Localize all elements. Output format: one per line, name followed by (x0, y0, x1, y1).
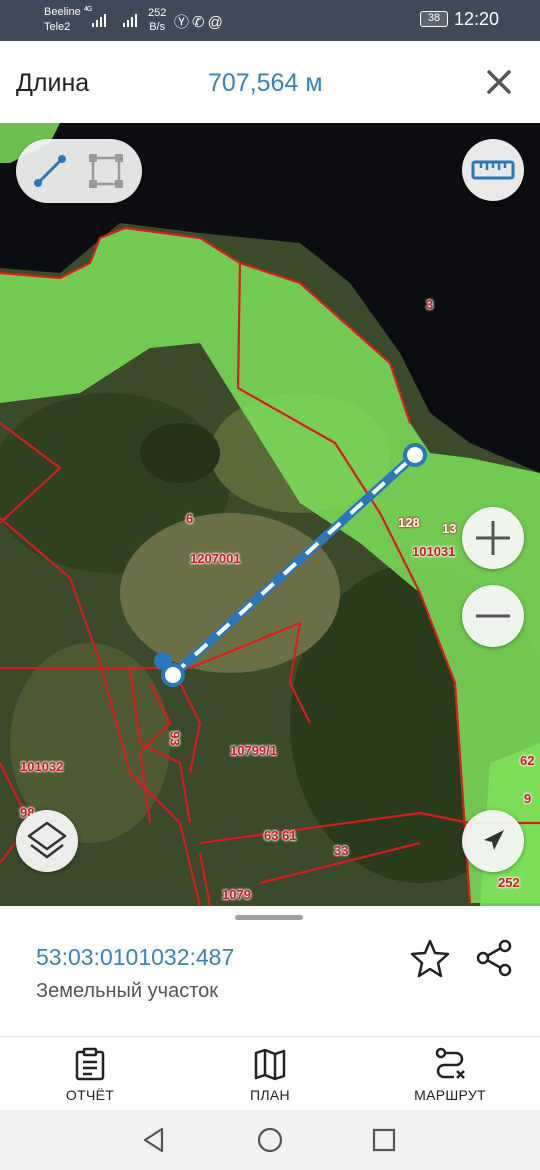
zoom-out-button[interactable] (462, 585, 524, 647)
layers-icon (27, 821, 67, 859)
report-icon (75, 1047, 105, 1081)
share-icon (476, 939, 512, 977)
battery-icon: 38 (420, 11, 448, 27)
tab-plan[interactable]: ПЛАН (200, 1037, 340, 1111)
carrier-1: Beeline (44, 6, 81, 18)
close-button[interactable] (478, 61, 520, 103)
cell-signal-icon (92, 14, 106, 27)
tab-report-label: ОТЧЁТ (65, 1087, 115, 1103)
line-mode-button[interactable] (26, 147, 74, 195)
ruler-button[interactable] (462, 139, 524, 201)
map-plan-icon (254, 1048, 286, 1081)
net-speed-unit: B/s (149, 21, 166, 33)
parcel-label: 33 (334, 843, 349, 858)
measure-value: 707,564 м (208, 69, 323, 97)
map-view[interactable]: 3 6 1207001 128 13 101031 101032 93 1079… (0, 123, 540, 906)
parcel-info-sheet: 53:03:0101032:487 Земельный участок (0, 906, 540, 1036)
parcel-label: 1079 (222, 887, 251, 902)
parcel-label: 101031 (412, 544, 456, 559)
notification-icons: Ⓨ✆@ (174, 14, 226, 31)
status-bar: Beeline Tele2 4G 252 B/s Ⓨ✆@ 38 12:20 (0, 0, 540, 41)
parcel-label: 252 (498, 875, 520, 890)
parcel-label: 128 (398, 515, 420, 530)
net-speed: 252 B/s (148, 6, 166, 34)
ruler-icon (471, 160, 515, 180)
plus-icon (476, 521, 510, 555)
minus-icon (476, 614, 510, 618)
measure-header: Длина 707,564 м (0, 41, 540, 123)
zoom-in-button[interactable] (462, 507, 524, 569)
favorite-button[interactable] (408, 936, 452, 980)
carrier-2: Tele2 (44, 21, 71, 33)
recents-button[interactable] (366, 1122, 402, 1158)
share-button[interactable] (472, 936, 516, 980)
home-circle-icon (257, 1127, 283, 1153)
close-icon (487, 70, 511, 94)
parcel-label: 93 (167, 731, 183, 746)
sheet-drag-handle[interactable] (235, 915, 303, 920)
parcel-label: 62 (520, 753, 535, 768)
clock: 12:20 (454, 9, 500, 29)
area-measure-icon (89, 154, 123, 188)
tab-route-label: МАРШРУТ (414, 1087, 486, 1103)
cadastral-number[interactable]: 53:03:0101032:487 (36, 944, 234, 971)
parcel-label: 10799/1 (230, 743, 277, 758)
parcel-label: 3 (426, 297, 434, 312)
cell-signal-2-icon (123, 14, 137, 27)
tab-plan-label: ПЛАН (250, 1087, 290, 1103)
map-imagery (0, 123, 540, 906)
parcel-label: 101032 (20, 759, 64, 774)
parcel-label: 13 (442, 521, 457, 536)
bottom-tab-bar: ОТЧЁТ ПЛАН МАРШРУТ (0, 1036, 540, 1110)
system-nav-bar (0, 1110, 540, 1170)
carrier-names: Beeline Tele2 (44, 5, 81, 35)
my-location-button[interactable] (462, 810, 524, 872)
measure-title: Длина (16, 69, 90, 97)
measure-mode-toggle (16, 139, 142, 203)
parcel-type: Земельный участок (36, 980, 219, 1002)
home-button[interactable] (252, 1122, 288, 1158)
parcel-label: 6 (186, 511, 194, 526)
tab-report[interactable]: ОТЧЁТ (20, 1037, 160, 1111)
parcel-label: 1207001 (190, 551, 241, 566)
line-measure-icon (34, 155, 66, 187)
navigation-arrow-icon (484, 830, 504, 850)
recents-square-icon (372, 1128, 396, 1152)
star-icon (410, 939, 450, 978)
parcel-label: 63 61 (264, 828, 297, 843)
layers-button[interactable] (16, 810, 78, 872)
back-button[interactable] (136, 1122, 172, 1158)
tab-route[interactable]: МАРШРУТ (380, 1037, 520, 1111)
net-speed-value: 252 (148, 7, 167, 19)
area-mode-button[interactable] (82, 147, 130, 195)
parcel-label: 9 (524, 791, 532, 806)
route-icon (435, 1047, 465, 1079)
back-triangle-icon (143, 1127, 164, 1153)
